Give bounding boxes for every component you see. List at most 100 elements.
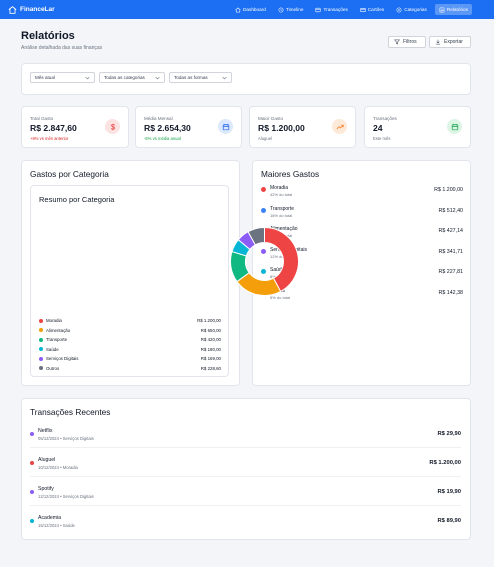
transaction-dot [30, 432, 34, 436]
stat-value: R$ 2.847,60 [30, 123, 77, 133]
transaction-dot [30, 519, 34, 523]
categories-icon [396, 7, 402, 12]
legend-item: Moradia R$ 1.200,00 [39, 317, 221, 324]
nav-categorias[interactable]: Categorias [392, 4, 431, 15]
legend-dot [39, 356, 43, 361]
filter-bar: Mês atual Todas as categorias Todas as f… [21, 63, 471, 95]
filters-button[interactable]: Filtros [388, 36, 426, 48]
export-button[interactable]: Exportar [429, 36, 471, 48]
transaction-row[interactable]: Netflix 05/12/2024 • Serviços Digitais R… [30, 428, 461, 443]
legend-item: Serviços Digitais R$ 169,00 [39, 355, 221, 362]
nav-timeline-label: Timeline [285, 7, 304, 12]
transaction-dot [30, 461, 34, 465]
divider [30, 447, 461, 448]
transaction-value: R$ 19,90 [437, 489, 461, 495]
top-navbar: FinanceLar Dashboard Timeline Transações… [0, 0, 494, 19]
period-select-value: Mês atual [35, 75, 55, 80]
period-select[interactable]: Mês atual [30, 72, 95, 83]
legend-dot [39, 328, 43, 332]
category-select[interactable]: Todas as categorias [99, 72, 165, 83]
divider [30, 505, 461, 506]
trending-up-icon [336, 124, 344, 129]
legend-item: Transporte R$ 420,00 [39, 336, 221, 343]
reports-icon [439, 7, 445, 12]
stat-card-average: Média Mensal R$ 2.654,30 -5% vs média an… [135, 106, 242, 148]
category-section: Gastos por Categoria Resumo por Categori… [21, 160, 240, 386]
transaction-row[interactable]: Spotify 12/12/2024 • Serviços Digitais R… [30, 486, 461, 501]
nav-transacoes-label: Transações [323, 7, 348, 12]
legend-name: Moradia [46, 318, 62, 323]
top-expense-value: R$ 341,71 [438, 249, 463, 255]
recent-transactions-section: Transações Recentes Netflix 05/12/2024 •… [21, 398, 471, 540]
dollar-icon [110, 123, 115, 130]
nav-dashboard-label: Dashboard [242, 7, 266, 12]
chevron-down-icon [155, 76, 160, 80]
home-icon [235, 7, 241, 12]
transaction-value: R$ 29,90 [437, 431, 461, 437]
nav-transacoes[interactable]: Transações [311, 4, 351, 15]
legend-name: Saúde [46, 346, 59, 352]
filters-button-label: Filtros [403, 39, 417, 45]
stat-note: Este mês [373, 136, 391, 141]
stat-label: Total Gasto [30, 116, 54, 121]
download-icon [435, 39, 441, 45]
top-expense-value: R$ 512,40 [438, 208, 463, 214]
payment-select[interactable]: Todas as formas [169, 72, 232, 83]
transaction-name: Spotify [38, 486, 54, 492]
stat-icon-wrap [218, 119, 233, 134]
transaction-name: Netflix [38, 428, 53, 434]
stat-icon-wrap [447, 119, 462, 134]
transaction-meta: 10/12/2024 • Moradia [38, 465, 78, 470]
top-expense-name: Transporte [270, 206, 294, 212]
transaction-dot [30, 490, 34, 494]
nav-timeline[interactable]: Timeline [274, 4, 308, 15]
top-expense-value: R$ 1.200,00 [434, 187, 463, 193]
chevron-down-icon [222, 76, 227, 80]
main-nav: Dashboard Timeline Transações Cartões Ca… [227, 3, 472, 16]
nav-categorias-label: Categorias [404, 7, 427, 12]
section-title: Maiores Gastos [261, 169, 320, 179]
legend-name: Serviços Digitais [46, 356, 79, 361]
stat-card-max: Maior Gasto R$ 1.200,00 Aluguel [249, 106, 356, 148]
payment-select-value: Todas as formas [174, 75, 208, 80]
legend-value: R$ 180,00 [200, 346, 221, 352]
legend-dot [39, 347, 43, 351]
stat-note: Aluguel [258, 136, 272, 141]
legend-dot [39, 318, 43, 323]
top-expense-value: R$ 427,14 [438, 228, 463, 234]
stat-value: R$ 2.654,30 [144, 123, 191, 133]
legend-name: Alimentação [46, 327, 71, 333]
calendar-check-icon [451, 123, 458, 130]
top-expense-dot [261, 187, 266, 192]
nav-dashboard[interactable]: Dashboard [231, 4, 270, 15]
transaction-row[interactable]: Academia 15/12/2024 • Saúde R$ 89,90 [30, 515, 461, 530]
top-expense-value: R$ 227,81 [438, 269, 463, 275]
legend-item: Saúde R$ 180,00 [39, 346, 221, 353]
legend-value: R$ 1.200,00 [197, 318, 221, 323]
brand[interactable]: FinanceLar [8, 5, 55, 14]
transactions-icon [315, 7, 322, 12]
category-donut-chart [230, 226, 299, 296]
top-expense-dot [261, 208, 266, 213]
nav-cartoes[interactable]: Cartões [356, 4, 388, 15]
filter-icon [394, 39, 400, 45]
stat-value: R$ 1.200,00 [258, 123, 305, 133]
stat-label: Transações [373, 116, 397, 121]
legend-dot [39, 337, 43, 342]
legend-value: R$ 169,00 [200, 356, 221, 361]
stat-note: +8% vs mês anterior [30, 136, 69, 141]
stat-label: Maior Gasto [258, 116, 284, 121]
top-expense-item: Moradia 42% do total R$ 1.200,00 [261, 185, 463, 201]
nav-relatorios[interactable]: Relatórios [434, 4, 472, 15]
page-title: Relatórios [21, 30, 75, 42]
transaction-value: R$ 89,90 [437, 518, 461, 524]
transaction-row[interactable]: Aluguel 10/12/2024 • Moradia R$ 1.200,00 [30, 457, 461, 472]
transaction-name: Aluguel [38, 457, 56, 463]
legend-dot [39, 366, 43, 370]
top-expense-value: R$ 142,38 [438, 290, 463, 296]
section-title: Gastos por Categoria [30, 169, 109, 179]
summary-title: Resumo por Categoria [39, 195, 115, 204]
stat-icon-wrap [105, 119, 120, 134]
stat-card-transactions: Transações 24 Este mês [364, 106, 471, 148]
transaction-value: R$ 1.200,00 [429, 460, 461, 466]
